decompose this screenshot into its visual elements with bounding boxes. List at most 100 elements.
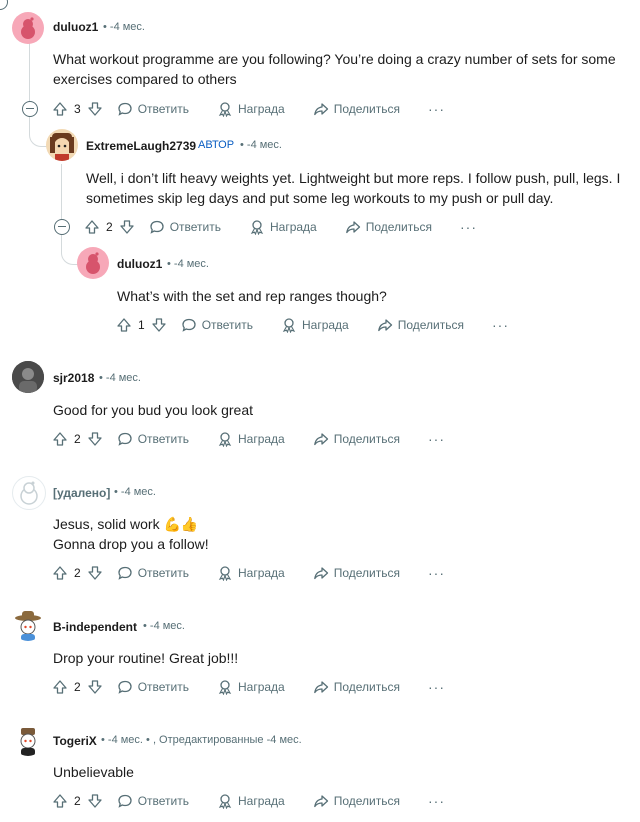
avatar[interactable] — [12, 476, 46, 510]
award-icon — [217, 431, 233, 447]
reply-button[interactable]: Ответить — [117, 790, 189, 812]
share-button[interactable]: Поделиться — [313, 562, 400, 584]
comment-actions: 1 Ответить Награда Поделиться ··· — [116, 314, 509, 336]
comment-actions: 2 Ответить Награда Поделиться ··· — [52, 790, 445, 812]
ellipsis-icon[interactable]: ··· — [428, 101, 445, 117]
speech-bubble-icon — [117, 101, 133, 117]
arrow-down-icon[interactable] — [87, 793, 103, 809]
share-arrow-icon — [345, 219, 361, 235]
award-button[interactable]: Награда — [217, 428, 285, 450]
reply-button[interactable]: Ответить — [181, 314, 253, 336]
speech-bubble-icon — [117, 431, 133, 447]
photo-avatar-icon — [12, 361, 44, 393]
timestamp: • -4 мес. — [103, 21, 145, 33]
arrow-down-icon[interactable] — [87, 101, 103, 117]
deleted-user-icon — [20, 481, 38, 505]
award-button[interactable]: Награда — [217, 562, 285, 584]
vote-count: 2 — [74, 432, 81, 446]
award-button[interactable]: Награда — [217, 790, 285, 812]
award-icon — [217, 101, 233, 117]
comment-body: What workout programme are you following… — [53, 51, 616, 87]
username[interactable]: B-independent — [53, 620, 137, 634]
username[interactable]: duluoz1 — [53, 20, 98, 34]
share-button[interactable]: Поделиться — [313, 790, 400, 812]
arrow-up-icon[interactable] — [52, 431, 68, 447]
ellipsis-icon[interactable]: ··· — [428, 679, 445, 695]
reply-button[interactable]: Ответить — [117, 428, 189, 450]
collapse-button[interactable] — [54, 219, 70, 235]
arrow-down-icon[interactable] — [87, 679, 103, 695]
arrow-up-icon[interactable] — [52, 679, 68, 695]
snoo-hat-avatar-icon — [20, 728, 36, 756]
share-arrow-icon — [313, 793, 329, 809]
thread-line — [61, 164, 62, 220]
avatar[interactable] — [77, 247, 109, 279]
username[interactable]: TogeriX — [53, 734, 97, 748]
reply-button[interactable]: Ответить — [117, 98, 189, 120]
reply-button[interactable]: Ответить — [117, 562, 189, 584]
share-arrow-icon — [313, 431, 329, 447]
ellipsis-icon[interactable]: ··· — [492, 317, 509, 333]
award-icon — [217, 793, 233, 809]
comment-body: Unbelievable — [53, 764, 134, 780]
award-button[interactable]: Награда — [249, 216, 317, 238]
arrow-up-icon[interactable] — [116, 317, 132, 333]
arrow-up-icon[interactable] — [52, 565, 68, 581]
vote-count: 2 — [74, 566, 81, 580]
speech-bubble-icon — [149, 219, 165, 235]
ellipsis-icon[interactable]: ··· — [428, 793, 445, 809]
award-icon — [281, 317, 297, 333]
speech-bubble-icon — [181, 317, 197, 333]
arrow-down-icon[interactable] — [119, 219, 135, 235]
vote-count: 3 — [74, 102, 81, 116]
vote-count: 2 — [74, 680, 81, 694]
arrow-down-icon[interactable] — [151, 317, 167, 333]
comment-body: What’s with the set and rep ranges thoug… — [117, 288, 387, 304]
arrow-down-icon[interactable] — [87, 565, 103, 581]
timestamp: • -4 мес. • , Отредактированные -4 мес. — [101, 734, 302, 746]
arrow-up-icon[interactable] — [52, 793, 68, 809]
avatar[interactable] — [12, 724, 44, 756]
reply-button[interactable]: Ответить — [149, 216, 221, 238]
share-button[interactable]: Поделиться — [313, 98, 400, 120]
author-badge: АВТОР — [198, 139, 235, 151]
award-button[interactable]: Награда — [281, 314, 349, 336]
ellipsis-icon[interactable]: ··· — [428, 565, 445, 581]
speech-bubble-icon — [117, 793, 133, 809]
award-button[interactable]: Награда — [217, 676, 285, 698]
comment-actions: 2 Ответить Награда Поделиться ··· — [52, 676, 445, 698]
avatar[interactable] — [12, 12, 44, 44]
speech-bubble-icon — [117, 679, 133, 695]
timestamp: • -4 мес. — [167, 258, 209, 270]
comment-actions: 2 Ответить Награда Поделиться ··· — [84, 216, 477, 238]
share-button[interactable]: Поделиться — [313, 428, 400, 450]
comment-body: Good for you bud you look great — [53, 402, 254, 418]
avatar[interactable] — [46, 129, 78, 161]
username[interactable]: sjr2018 — [53, 371, 94, 385]
arrow-up-icon[interactable] — [52, 101, 68, 117]
share-button[interactable]: Поделиться — [345, 216, 432, 238]
thread-branch — [61, 234, 78, 265]
comment-actions: 2 Ответить Награда Поделиться ··· — [52, 428, 445, 450]
award-button[interactable]: Награда — [217, 98, 285, 120]
ellipsis-icon[interactable]: ··· — [460, 219, 477, 235]
avatar[interactable] — [12, 361, 44, 393]
avatar[interactable] — [12, 609, 44, 641]
speech-bubble-icon — [117, 565, 133, 581]
comment-body: Drop your routine! Great job!!! — [53, 650, 239, 666]
share-button[interactable]: Поделиться — [313, 676, 400, 698]
ellipsis-icon[interactable]: ··· — [428, 431, 445, 447]
custom-avatar-icon — [50, 133, 74, 161]
username[interactable]: duluoz1 — [117, 257, 162, 271]
username[interactable]: ExtremeLaugh2739 — [86, 139, 196, 153]
share-button[interactable]: Поделиться — [377, 314, 464, 336]
vote-count: 1 — [138, 318, 145, 332]
reply-button[interactable]: Ответить — [117, 676, 189, 698]
username: [удалено] — [53, 486, 111, 500]
comment-actions: 2 Ответить Награда Поделиться ··· — [52, 562, 445, 584]
arrow-up-icon[interactable] — [84, 219, 100, 235]
partial-collapse-button[interactable] — [0, 0, 8, 10]
thread-line — [29, 42, 30, 102]
collapse-button[interactable] — [22, 101, 38, 117]
arrow-down-icon[interactable] — [87, 431, 103, 447]
